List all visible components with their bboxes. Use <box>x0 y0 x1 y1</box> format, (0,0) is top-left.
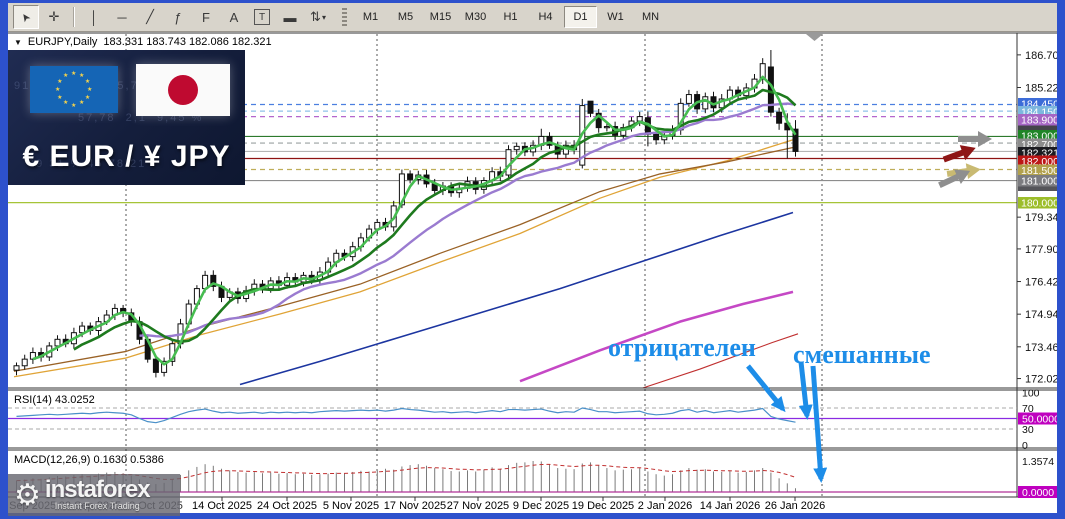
eu-star-icon: ★ <box>63 72 69 79</box>
toolbar: ➤ ✛ │ ─ ╱ ƒ F A T ▬ ⇅ ▾ M1 M5 M15 M30 H1 H4 D1 W1 MN <box>8 3 1057 32</box>
date-label: 5 Nov 2025 <box>323 500 379 512</box>
candle-up <box>13 365 20 371</box>
price-tick: 172.020 <box>1025 374 1057 386</box>
eu-star-icon: ★ <box>84 78 91 85</box>
pair-text: € EUR / ¥ JPY <box>22 140 231 173</box>
price-tick: 185.220 <box>1025 82 1057 94</box>
chart-window[interactable]: RSI(14) 43.0252 MACD(12,26,9) 0.1630 0.53… <box>8 32 1057 516</box>
watermark: ⚙ instaforex Instant Forex Trading <box>8 474 180 516</box>
price-tick: 176.420 <box>1025 277 1057 289</box>
timeframe-mn[interactable]: MN <box>634 6 667 28</box>
date-label: 14 Oct 2025 <box>192 500 252 512</box>
toolbar-drag-handle[interactable] <box>342 8 347 26</box>
toolbar-separator <box>73 7 75 27</box>
rsi-scale-tick: 100 <box>1022 387 1040 399</box>
label-tool[interactable]: T <box>249 5 275 29</box>
candle-down <box>653 133 660 141</box>
timeframe-h4[interactable]: H4 <box>529 6 562 28</box>
vertical-line-tool[interactable]: │ <box>81 5 107 29</box>
eu-star-icon: ★ <box>71 102 77 109</box>
price-tick: 173.460 <box>1025 342 1057 354</box>
timeframe-h1[interactable]: H1 <box>494 6 527 28</box>
timeframe-d1[interactable]: D1 <box>564 6 597 28</box>
timeframe-m30[interactable]: M30 <box>459 6 492 28</box>
eu-flag: ★ ★ ★ ★ ★ ★ ★ ★ ★ ★ ★ ★ <box>30 66 118 113</box>
japan-flag <box>136 64 230 116</box>
text-tool[interactable]: A <box>221 5 247 29</box>
candle-up <box>513 145 520 151</box>
date-label: 26 Jan 2026 <box>765 500 826 512</box>
timeframe-w1[interactable]: W1 <box>599 6 632 28</box>
candle-up <box>79 325 86 334</box>
price-tick: 179.340 <box>1025 212 1057 224</box>
candle-up <box>54 338 61 347</box>
candle-down <box>407 173 414 180</box>
gear-icon: ⚙ <box>14 478 41 512</box>
price-label-text: 181.000 <box>1021 176 1057 188</box>
japan-sun-icon <box>168 75 198 105</box>
date-label: 17 Nov 2025 <box>384 500 446 512</box>
ohlc-values: 183.331 183.743 182.086 182.321 <box>103 36 272 48</box>
cursor-tool[interactable]: ➤ <box>13 5 39 29</box>
date-label: 24 Oct 2025 <box>257 500 317 512</box>
horizontal-line-tool[interactable]: ─ <box>109 5 135 29</box>
price-label-text: 180.000 <box>1021 198 1057 210</box>
candle-up <box>702 96 709 110</box>
rsi-label: RSI(14) 43.0252 <box>14 394 95 406</box>
watermark-brand: instaforex <box>44 476 151 503</box>
fibo-grid-tool[interactable]: F <box>193 5 219 29</box>
watermark-tagline: Instant Forex Trading <box>54 501 140 511</box>
mt4-window: ➤ ✛ │ ─ ╱ ƒ F A T ▬ ⇅ ▾ M1 M5 M15 M30 H1 H4 D1 W1 MN RSI(14)… <box>0 0 1065 519</box>
date-label: 9 Dec 2025 <box>513 500 569 512</box>
timeframe-m15[interactable]: M15 <box>424 6 457 28</box>
eu-star-icon: ★ <box>79 72 85 79</box>
candle-down <box>776 111 783 124</box>
crosshair-tool[interactable]: ✛ <box>41 5 67 29</box>
eu-star-icon: ★ <box>57 78 63 85</box>
fibonacci-tool[interactable]: ƒ <box>165 5 191 29</box>
candle-up <box>603 126 610 129</box>
annotation-mixed: смешанные <box>793 340 931 369</box>
price-tick: 174.940 <box>1025 309 1057 321</box>
shapes-tool[interactable]: ▬ <box>277 5 303 29</box>
price-label-text: 183.900 <box>1021 115 1057 127</box>
arrows-tool[interactable]: ⇅ ▾ <box>305 5 331 29</box>
macd-scale-max: 1.3574 <box>1022 456 1054 468</box>
currency-pair-overlay: 91,45 39,31 25,78 57,78 2,1 9,45 % 39 31… <box>8 50 245 185</box>
date-label: 19 Dec 2025 <box>572 500 634 512</box>
rsi-scale-tick: 0 <box>1022 440 1028 452</box>
macd-zero-label: 0.0000 <box>1022 487 1054 499</box>
candle-down <box>152 358 159 373</box>
eu-star-icon: ★ <box>57 94 63 101</box>
annotation-negative: отрицателен <box>608 333 756 362</box>
candle-up <box>21 358 28 367</box>
eu-star-icon: ★ <box>79 100 85 107</box>
price-tick: 186.700 <box>1025 50 1057 62</box>
timeframe-m5[interactable]: M5 <box>389 6 422 28</box>
candle-down <box>587 100 594 114</box>
eu-star-icon: ★ <box>63 100 69 107</box>
chevron-down-icon[interactable]: ▼ <box>14 38 22 47</box>
eu-star-icon: ★ <box>71 70 77 77</box>
date-label: 2 Jan 2026 <box>638 500 692 512</box>
trendline-tool[interactable]: ╱ <box>137 5 163 29</box>
rsi-scale-tick: 30 <box>1022 424 1034 436</box>
eu-star-icon: ★ <box>84 94 91 101</box>
date-label: 14 Jan 2026 <box>700 500 761 512</box>
eu-star-icon: ★ <box>55 86 61 93</box>
timeframe-m1[interactable]: M1 <box>354 6 387 28</box>
chart-title: ▼ EURJPY,Daily 183.331 183.743 182.086 1… <box>14 36 272 48</box>
symbol-label: EURJPY,Daily <box>27 36 98 48</box>
candle-up <box>636 116 643 122</box>
eu-star-icon: ★ <box>87 86 93 93</box>
price-tick: 177.900 <box>1025 244 1057 256</box>
date-label: 27 Nov 2025 <box>447 500 509 512</box>
candle-up <box>685 94 692 104</box>
macd-label: MACD(12,26,9) 0.1630 0.5386 <box>14 454 164 466</box>
